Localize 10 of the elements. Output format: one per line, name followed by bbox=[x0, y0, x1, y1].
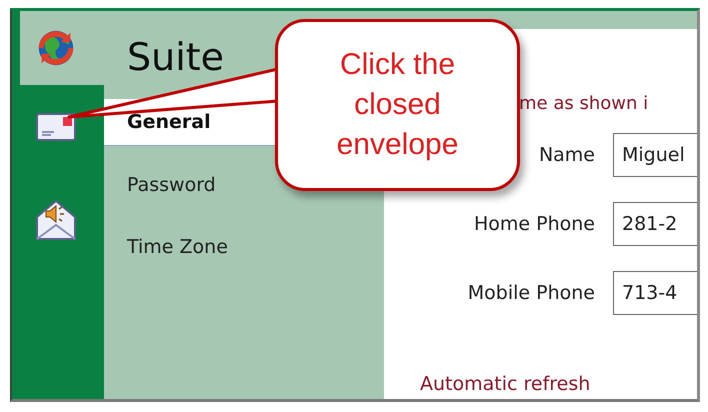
nav-item[interactable]: Time Zone bbox=[104, 224, 236, 270]
nav-item[interactable]: Password bbox=[104, 162, 224, 208]
field-label: Home Phone bbox=[472, 213, 595, 235]
section-heading: Automatic refresh bbox=[419, 373, 592, 395]
open-envelope-icon[interactable] bbox=[34, 197, 78, 241]
input-field[interactable]: 713-4 bbox=[613, 271, 697, 315]
app-title: Suite bbox=[126, 34, 224, 81]
input-field[interactable]: Miguel bbox=[613, 133, 697, 177]
input-field[interactable]: 281-2 bbox=[613, 202, 697, 246]
field-label: Mobile Phone bbox=[466, 282, 595, 304]
